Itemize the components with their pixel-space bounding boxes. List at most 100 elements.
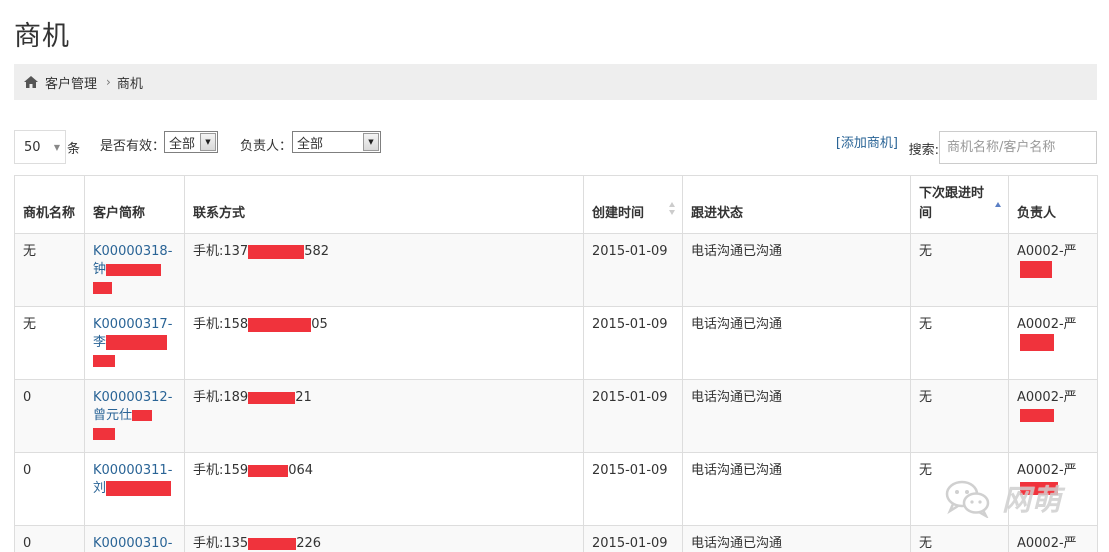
customer-link[interactable]: K00000318- 钟 bbox=[84, 233, 185, 307]
cell-contact: 手机:189 21 bbox=[184, 379, 584, 453]
phone-prefix: 手机:135 bbox=[193, 536, 249, 551]
column-header-owner[interactable]: 负责人 bbox=[1008, 175, 1098, 234]
customer-code[interactable]: K00000317- bbox=[93, 316, 176, 334]
breadcrumb: 客户管理 › 商机 bbox=[14, 64, 1097, 100]
phone-prefix: 手机:159 bbox=[193, 463, 249, 478]
cell-created: 2015-01-09 bbox=[583, 525, 683, 552]
add-opportunity-link[interactable]: [添加商机] bbox=[836, 132, 898, 151]
owner-name: A0002-严 bbox=[1017, 244, 1077, 259]
valid-filter-label: 是否有效： bbox=[100, 139, 166, 154]
phone-prefix: 手机:189 bbox=[193, 390, 249, 405]
cell-created: 2015-01-09 bbox=[583, 233, 683, 307]
sort-ascending-icon bbox=[995, 201, 1002, 217]
dropdown-arrow-icon[interactable]: ▼ bbox=[363, 133, 379, 151]
table-row: 无 K00000317- 李手机:158 05 2015-01-09 电话沟通已沟通无 A0… bbox=[14, 306, 1098, 380]
cell-name: 无 bbox=[14, 233, 85, 307]
sort-both-icon bbox=[669, 201, 676, 217]
search-input[interactable] bbox=[939, 131, 1097, 164]
table-row: 0 K00000312- 曾元仕 手机:189 21 2015-01-09 电话沟通已沟通无… bbox=[14, 379, 1098, 453]
cell-contact: 手机:159 064 bbox=[184, 452, 584, 526]
cell-owner: A0002-严 bbox=[1008, 525, 1098, 552]
cell-contact: 手机:137 582 bbox=[184, 233, 584, 307]
cell-name: 无 bbox=[14, 306, 85, 380]
customer-link[interactable]: K00000310-张 bbox=[84, 525, 185, 552]
phone-prefix: 手机:158 bbox=[193, 317, 249, 332]
home-icon[interactable] bbox=[24, 76, 38, 88]
redaction-box bbox=[132, 410, 153, 421]
caret-down-icon: ▼ bbox=[53, 143, 60, 152]
phone-suffix: 064 bbox=[288, 463, 314, 478]
cell-status: 电话沟通已沟通 bbox=[682, 452, 911, 526]
search-label: 搜索: bbox=[908, 143, 939, 158]
customer-name[interactable]: 钟 bbox=[93, 262, 106, 277]
customer-name[interactable]: 李 bbox=[93, 335, 106, 350]
customer-code[interactable]: K00000312- bbox=[93, 389, 176, 407]
page-size-suffix: 条 bbox=[67, 142, 81, 157]
valid-filter-value: 全部 bbox=[169, 136, 196, 152]
cell-created: 2015-01-09 bbox=[583, 452, 683, 526]
customer-code[interactable]: K00000311- bbox=[93, 462, 176, 480]
cell-status: 电话沟通已沟通 bbox=[682, 525, 911, 552]
watermark: 网萌 bbox=[944, 473, 1079, 523]
cell-next-followup: 无 bbox=[910, 233, 1009, 307]
owner-filter-label: 负责人： bbox=[240, 139, 293, 154]
owner-filter-value: 全部 bbox=[297, 136, 324, 152]
opportunity-table: 商机名称 客户简称 联系方式 创建时间 跟进状态 下次跟进时间 负责人 无 K00… bbox=[14, 175, 1098, 552]
page-size-select[interactable]: 50 ▼ bbox=[14, 130, 66, 164]
column-header-customer[interactable]: 客户简称 bbox=[84, 175, 185, 234]
phone-suffix: 582 bbox=[304, 244, 330, 259]
cell-next-followup: 无 bbox=[910, 306, 1009, 380]
cell-status: 电话沟通已沟通 bbox=[682, 379, 911, 453]
cell-name: 0 bbox=[14, 452, 85, 526]
redaction-box bbox=[106, 481, 172, 496]
redaction-box bbox=[248, 464, 289, 477]
redaction-box bbox=[1020, 261, 1052, 278]
table-header-row: 商机名称 客户简称 联系方式 创建时间 跟进状态 下次跟进时间 负责人 bbox=[14, 175, 1098, 234]
cell-contact: 手机:135 226 bbox=[184, 525, 584, 552]
phone-suffix: 05 bbox=[311, 317, 328, 332]
redaction-box bbox=[248, 391, 296, 404]
column-header-next-followup[interactable]: 下次跟进时间 bbox=[910, 175, 1009, 234]
phone-suffix: 21 bbox=[295, 390, 312, 405]
cell-name: 0 bbox=[14, 379, 85, 453]
column-header-contact[interactable]: 联系方式 bbox=[184, 175, 584, 234]
customer-code[interactable]: K00000310- bbox=[93, 535, 176, 552]
cell-owner: A0002-严 bbox=[1008, 379, 1098, 453]
table-row: 0K00000310-张手机:135 226 2015-01-09电话沟通已沟通无A… bbox=[14, 525, 1098, 552]
redaction-box bbox=[1020, 409, 1054, 422]
customer-link[interactable]: K00000317- 李 bbox=[84, 306, 185, 380]
column-header-status[interactable]: 跟进状态 bbox=[682, 175, 911, 234]
column-header-created[interactable]: 创建时间 bbox=[583, 175, 683, 234]
phone-suffix: 226 bbox=[296, 536, 322, 551]
customer-link[interactable]: K00000312- 曾元仕 bbox=[84, 379, 185, 453]
dropdown-arrow-icon[interactable]: ▼ bbox=[200, 133, 216, 151]
cell-created: 2015-01-09 bbox=[583, 306, 683, 380]
wechat-icon bbox=[945, 480, 990, 518]
cell-next-followup: 无 bbox=[910, 525, 1009, 552]
customer-link[interactable]: K00000311- 刘 bbox=[84, 452, 185, 526]
redaction-box bbox=[93, 427, 115, 440]
customer-code[interactable]: K00000318- bbox=[93, 243, 176, 261]
page-size-value: 50 bbox=[24, 139, 41, 155]
column-header-name[interactable]: 商机名称 bbox=[14, 175, 85, 234]
cell-status: 电话沟通已沟通 bbox=[682, 233, 911, 307]
cell-status: 电话沟通已沟通 bbox=[682, 306, 911, 380]
table-row: 0 K00000311- 刘手机:159 064 2015-01-09 电话沟通已沟通无 A… bbox=[14, 452, 1098, 526]
owner-name: A0002-严 bbox=[1017, 536, 1077, 551]
breadcrumb-item-customer-management[interactable]: 客户管理 bbox=[45, 73, 97, 92]
redaction-box bbox=[106, 263, 162, 276]
customer-name[interactable]: 曾元仕 bbox=[93, 408, 132, 423]
owner-name: A0002-严 bbox=[1017, 390, 1077, 405]
cell-owner: A0002-严 bbox=[1008, 233, 1098, 307]
valid-filter-select[interactable]: 全部 ▼ bbox=[164, 131, 218, 153]
phone-prefix: 手机:137 bbox=[193, 244, 249, 259]
redaction-box bbox=[106, 335, 168, 350]
cell-next-followup: 无 bbox=[910, 379, 1009, 453]
cell-contact: 手机:158 05 bbox=[184, 306, 584, 380]
page-title: 商机 bbox=[14, 21, 70, 52]
customer-name[interactable]: 刘 bbox=[93, 481, 106, 496]
breadcrumb-item-opportunity: 商机 bbox=[116, 76, 143, 92]
cell-owner: A0002-严 bbox=[1008, 306, 1098, 380]
owner-filter-select[interactable]: 全部 ▼ bbox=[292, 131, 381, 153]
cell-name: 0 bbox=[14, 525, 85, 552]
